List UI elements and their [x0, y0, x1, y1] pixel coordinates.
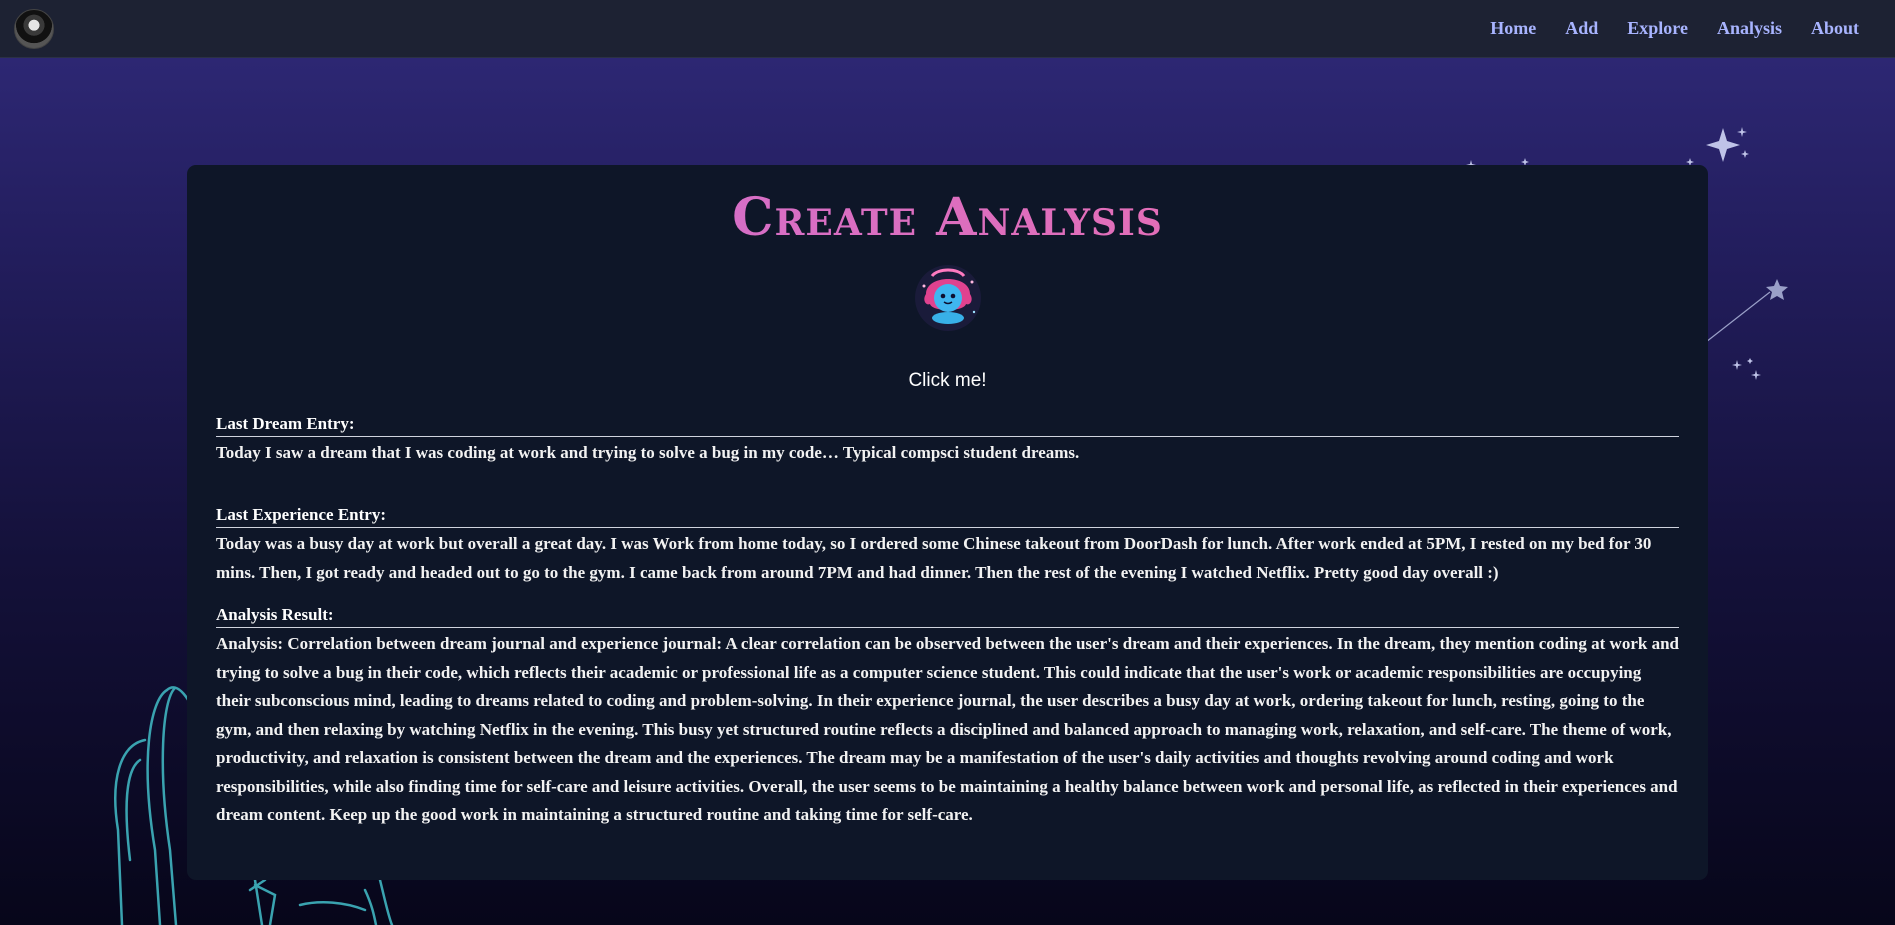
nav-about-link[interactable]: About [1811, 18, 1859, 39]
nav-links: Home Add Explore Analysis About [1490, 18, 1881, 39]
experience-entry-section: Last Experience Entry: Today was a busy … [216, 505, 1679, 587]
experience-entry-label: Last Experience Entry: [216, 505, 1679, 529]
dream-entry-section: Last Dream Entry: Today I saw a dream th… [216, 414, 1679, 468]
mascot-icon[interactable] [912, 260, 984, 332]
navbar: Home Add Explore Analysis About [0, 0, 1895, 58]
shooting-star-icon [1705, 279, 1788, 343]
analysis-card: Create Analysis Click me! Last Dream Ent… [187, 165, 1708, 880]
analysis-result-section: Analysis Result: Analysis: Correlation b… [216, 605, 1679, 830]
dream-entry-text: Today I saw a dream that I was coding at… [216, 442, 1080, 462]
nav-add-link[interactable]: Add [1565, 18, 1598, 39]
analysis-result-text: Analysis: Correlation between dream jour… [216, 634, 1679, 825]
experience-entry-text: Today was a busy day at work but overall… [216, 534, 1652, 582]
nav-home-link[interactable]: Home [1490, 18, 1536, 39]
analysis-result-label: Analysis Result: [216, 605, 1679, 629]
nav-analysis-link[interactable]: Analysis [1717, 18, 1782, 39]
nav-explore-link[interactable]: Explore [1627, 18, 1688, 39]
dream-entry-label: Last Dream Entry: [216, 414, 1679, 437]
page-title: Create Analysis [216, 190, 1679, 246]
mascot-wrapper [216, 260, 1679, 332]
click-me-button[interactable]: Click me! [908, 370, 986, 392]
avatar[interactable] [14, 8, 54, 49]
